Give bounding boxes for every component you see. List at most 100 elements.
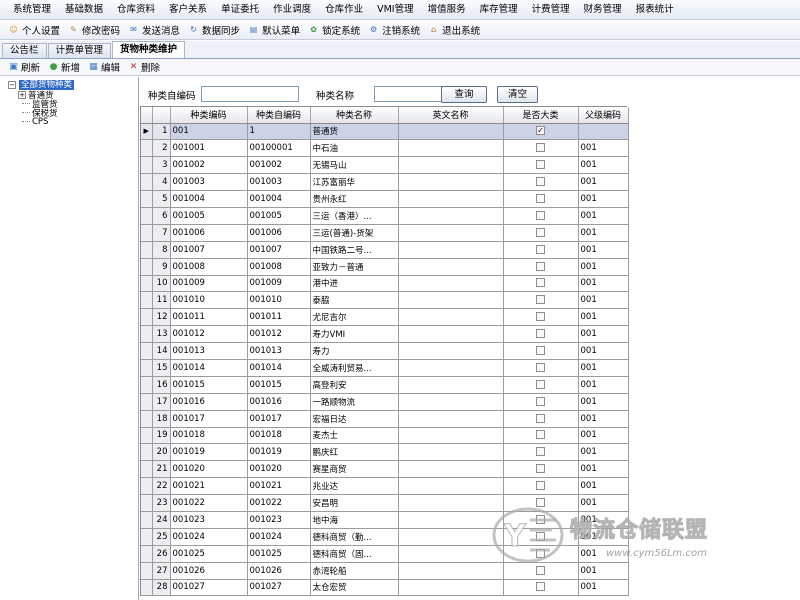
- cell-category-code[interactable]: 001001: [170, 139, 248, 158]
- cell-parent-code[interactable]: 001: [578, 173, 629, 192]
- menu-item[interactable]: 库存管理: [473, 0, 525, 20]
- cell-self-code[interactable]: 001002: [247, 156, 311, 175]
- cell-self-code[interactable]: 001017: [247, 410, 311, 428]
- header-is-major[interactable]: 是否大类: [503, 107, 579, 124]
- checkbox[interactable]: [536, 413, 545, 423]
- cell-self-code[interactable]: 001015: [247, 376, 311, 394]
- checkbox[interactable]: [536, 227, 545, 237]
- cell-category-code[interactable]: 001018: [170, 427, 248, 445]
- cell-is-major[interactable]: [503, 562, 579, 580]
- checkbox[interactable]: [536, 464, 545, 474]
- cell-english-name[interactable]: [398, 342, 504, 360]
- cell-parent-code[interactable]: 001: [578, 224, 629, 242]
- table-row[interactable]: 27 001026 001026 赤湾轮船 001: [141, 562, 629, 580]
- cell-parent-code[interactable]: [578, 123, 629, 141]
- cell-category-code[interactable]: 001026: [170, 562, 248, 580]
- cell-self-code[interactable]: 00100001: [247, 139, 311, 158]
- cell-self-code[interactable]: 001025: [247, 545, 311, 563]
- cell-english-name[interactable]: [398, 393, 504, 411]
- menu-item[interactable]: 报表统计: [629, 0, 681, 20]
- toolbar-button[interactable]: ✎ 修改密码: [64, 23, 124, 37]
- tree-node[interactable]: + 普通货: [8, 90, 138, 101]
- cell-category-code[interactable]: 001007: [170, 241, 248, 259]
- cell-parent-code[interactable]: 001: [578, 393, 629, 411]
- menu-item[interactable]: 基础数据: [58, 0, 110, 20]
- cell-category-code[interactable]: 001002: [170, 156, 248, 175]
- cell-category-name[interactable]: 兆业达: [310, 477, 399, 496]
- cell-parent-code[interactable]: 001: [578, 156, 629, 175]
- cell-english-name[interactable]: [398, 427, 504, 445]
- cell-english-name[interactable]: [398, 325, 504, 344]
- cell-parent-code[interactable]: 001: [578, 376, 629, 394]
- menu-item[interactable]: 作业调度: [266, 0, 318, 20]
- edit-button[interactable]: ▦ 编辑: [84, 60, 124, 75]
- toolbar-button[interactable]: ⌂ 退出系统: [424, 23, 484, 37]
- tab[interactable]: 计费单管理: [47, 43, 112, 58]
- cell-parent-code[interactable]: 001: [578, 275, 629, 293]
- menu-item[interactable]: 客户关系: [162, 0, 214, 20]
- cell-category-name[interactable]: 寿力: [310, 342, 399, 360]
- cell-category-name[interactable]: 中国铁路二号...: [310, 241, 399, 259]
- cell-category-name[interactable]: 德科商贸（勤...: [310, 528, 399, 546]
- menu-item[interactable]: 计费管理: [525, 0, 577, 20]
- checkbox[interactable]: [536, 531, 545, 541]
- cell-english-name[interactable]: [398, 190, 504, 208]
- cell-self-code[interactable]: 001022: [247, 494, 311, 512]
- cell-category-code[interactable]: 001: [170, 123, 248, 141]
- table-row[interactable]: 4 001003 001003 江苏富丽华 001: [141, 173, 629, 192]
- checked-checkbox[interactable]: ✓: [536, 126, 545, 136]
- cell-is-major[interactable]: [503, 139, 579, 158]
- cell-category-name[interactable]: 鹏庆红: [310, 443, 399, 462]
- cell-english-name[interactable]: [398, 477, 504, 496]
- cell-self-code[interactable]: 001010: [247, 291, 311, 310]
- cell-english-name[interactable]: [398, 443, 504, 462]
- cell-self-code[interactable]: 001018: [247, 427, 311, 445]
- cell-english-name[interactable]: [398, 156, 504, 175]
- table-row[interactable]: 2 001001 00100001 中石油 001: [141, 139, 629, 158]
- cell-category-code[interactable]: 001013: [170, 342, 248, 360]
- menu-item[interactable]: 增值服务: [421, 0, 473, 20]
- cell-parent-code[interactable]: 001: [578, 207, 629, 225]
- cell-category-code[interactable]: 001023: [170, 511, 248, 529]
- cell-self-code[interactable]: 001020: [247, 460, 311, 479]
- menu-item[interactable]: 仓库作业: [318, 0, 370, 20]
- checkbox[interactable]: [536, 346, 545, 356]
- table-row[interactable]: 5 001004 001004 贵州永红 001: [141, 190, 629, 208]
- cell-category-code[interactable]: 001019: [170, 443, 248, 462]
- cell-category-name[interactable]: 三运（香港）...: [310, 207, 399, 225]
- cell-is-major[interactable]: [503, 156, 579, 175]
- checkbox[interactable]: [536, 295, 545, 305]
- cell-is-major[interactable]: [503, 545, 579, 563]
- toolbar-button[interactable]: ▤ 默认菜单: [244, 23, 304, 37]
- cell-is-major[interactable]: [503, 173, 579, 192]
- cell-self-code[interactable]: 001019: [247, 443, 311, 462]
- tree-node[interactable]: 保税货: [8, 108, 138, 119]
- table-row[interactable]: ▶ 1 001 1 普通货 ✓: [141, 123, 629, 141]
- table-row[interactable]: 22 001021 001021 兆业达 001: [141, 477, 629, 496]
- cell-category-code[interactable]: 001025: [170, 545, 248, 563]
- table-row[interactable]: 28 001027 001027 太仓宏贸 001: [141, 579, 629, 597]
- cell-category-code[interactable]: 001006: [170, 224, 248, 242]
- cell-english-name[interactable]: [398, 241, 504, 259]
- cell-category-name[interactable]: 贵州永红: [310, 190, 399, 208]
- add-button[interactable]: ● 新增: [44, 60, 84, 75]
- cell-english-name[interactable]: [398, 308, 504, 327]
- cell-parent-code[interactable]: 001: [578, 460, 629, 479]
- cell-parent-code[interactable]: 001: [578, 325, 629, 344]
- table-row[interactable]: 21 001020 001020 赛星商贸 001: [141, 460, 629, 479]
- cell-category-code[interactable]: 001004: [170, 190, 248, 208]
- cell-english-name[interactable]: [398, 376, 504, 394]
- cell-self-code[interactable]: 001014: [247, 359, 311, 377]
- table-row[interactable]: 17 001016 001016 一路顺物流 001: [141, 393, 629, 411]
- table-row[interactable]: 24 001023 001023 地中海 001: [141, 511, 629, 529]
- cell-category-name[interactable]: 中石油: [310, 139, 399, 158]
- cell-category-name[interactable]: 赤湾轮船: [310, 562, 399, 580]
- collapse-icon[interactable]: −: [8, 81, 16, 89]
- cell-category-code[interactable]: 001015: [170, 376, 248, 394]
- header-category-name[interactable]: 种类名称: [310, 107, 399, 124]
- cell-is-major[interactable]: [503, 477, 579, 496]
- cell-parent-code[interactable]: 001: [578, 359, 629, 377]
- cell-english-name[interactable]: [398, 528, 504, 546]
- cell-is-major[interactable]: [503, 224, 579, 242]
- cell-is-major[interactable]: [503, 258, 579, 276]
